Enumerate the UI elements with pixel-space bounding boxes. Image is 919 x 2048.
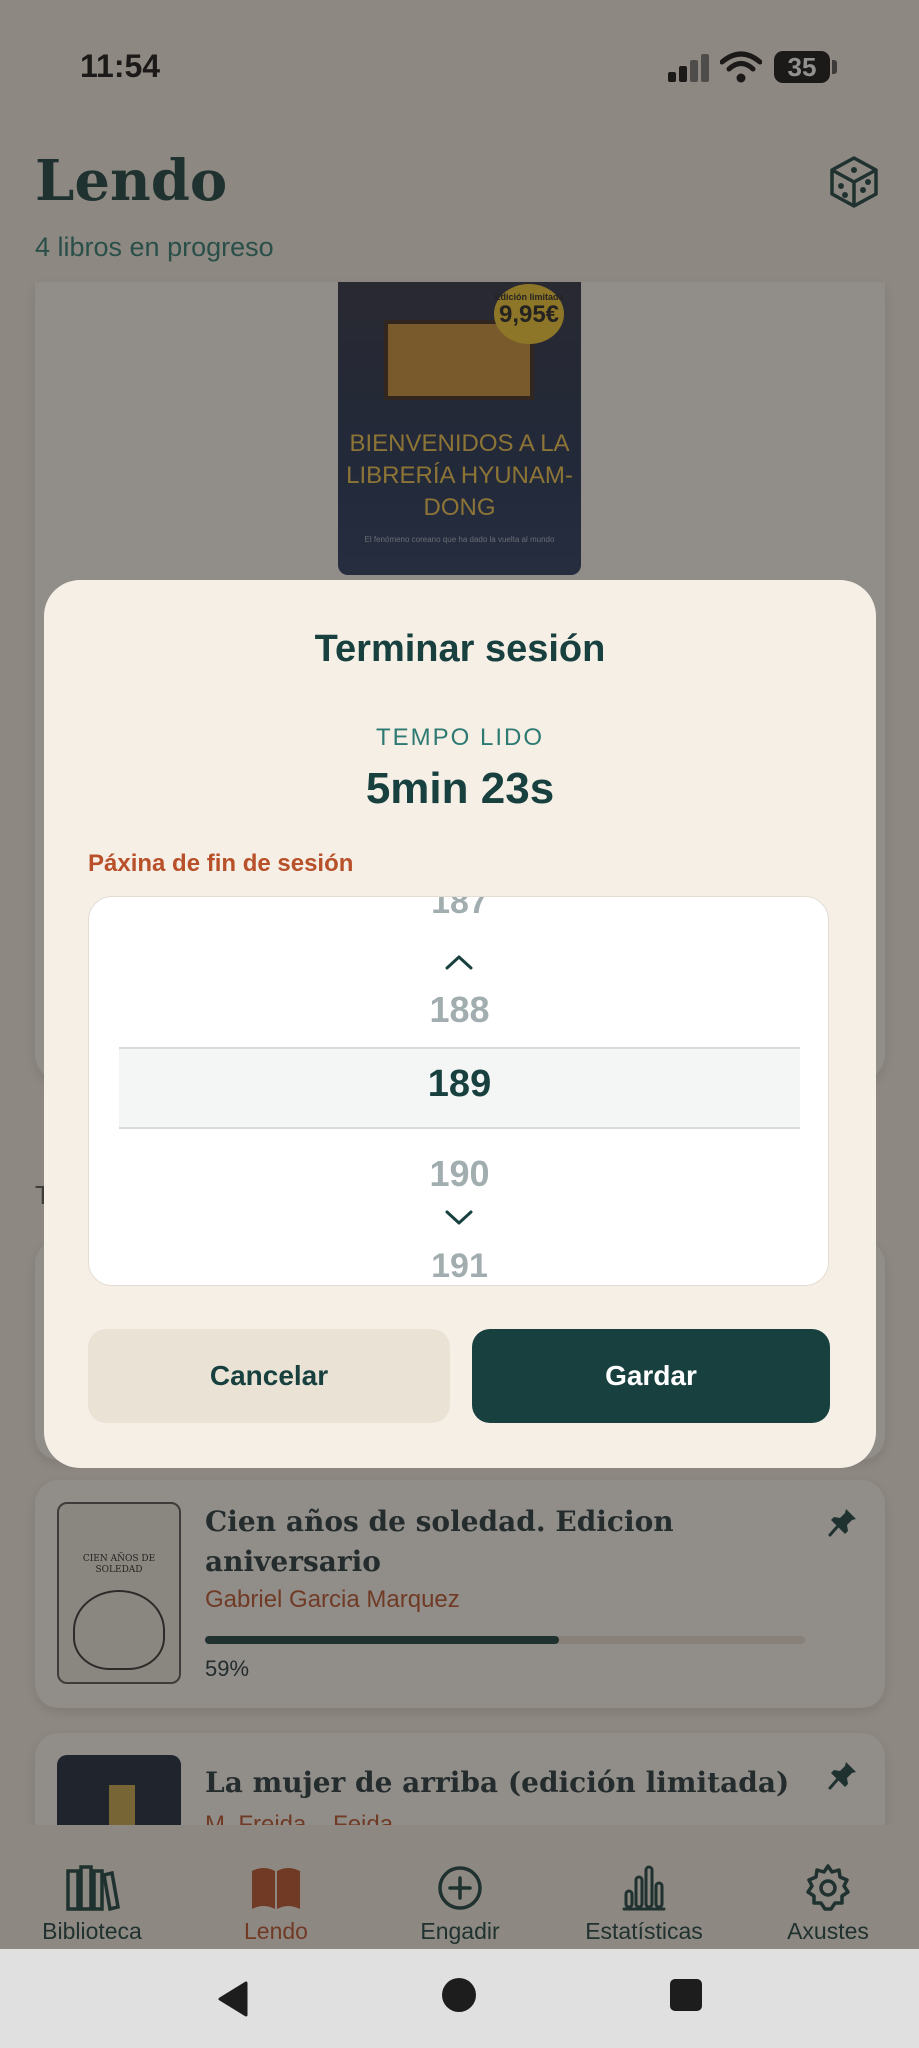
picker-option[interactable]: 187 [89,897,828,931]
picker-selected-value[interactable]: 189 [89,1063,828,1106]
save-button[interactable]: Gardar [472,1329,830,1423]
picker-option[interactable]: 190 [89,1153,828,1195]
end-page-label: Páxina de fin de sesión [88,850,354,877]
cancel-button[interactable]: Cancelar [88,1329,450,1423]
picker-option[interactable]: 191 [89,1247,828,1285]
picker-option-text: 187 [431,897,488,921]
end-session-dialog: Terminar sesión TEMPO LIDO 5min 23s Páxi… [44,580,876,1468]
chevron-up-icon[interactable] [444,953,474,971]
picker-option[interactable]: 188 [89,989,828,1031]
dialog-title: Terminar sesión [314,628,606,670]
system-bar-scrim [0,1949,919,2048]
chevron-down-icon[interactable] [444,1209,474,1227]
elapsed-time-value: 5min 23s [365,764,555,813]
page-number-picker[interactable]: 187 188 189 190 191 [88,896,829,1286]
elapsed-time-label: TEMPO LIDO [375,724,545,751]
